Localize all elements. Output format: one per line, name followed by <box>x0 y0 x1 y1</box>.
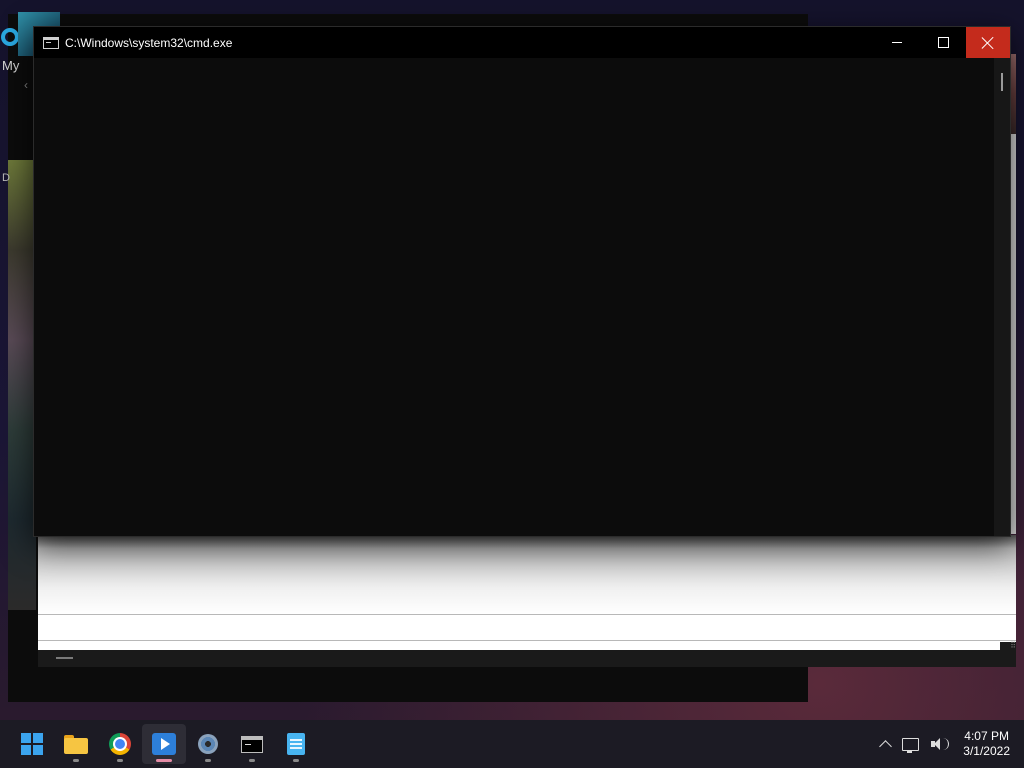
chevron-up-icon <box>879 739 893 753</box>
divider <box>38 640 1016 641</box>
taskbar: 4:07 PM 3/1/2022 <box>0 720 1024 768</box>
background-status-bar <box>38 650 1000 667</box>
resize-grip-icon[interactable]: ⠿ <box>1000 642 1016 667</box>
notepad-icon <box>287 733 305 755</box>
volume-button[interactable] <box>931 737 950 751</box>
window-title: C:\Windows\system32\cmd.exe <box>65 35 233 50</box>
active-indicator <box>156 759 172 762</box>
network-button[interactable] <box>902 737 920 753</box>
vertical-scrollbar[interactable] <box>994 58 1010 536</box>
taskbar-chrome[interactable] <box>98 724 142 764</box>
background-image <box>8 160 36 610</box>
background-app-label: My <box>2 58 20 73</box>
windows-logo-icon <box>21 733 43 755</box>
folder-icon <box>64 734 88 754</box>
gear-icon <box>197 733 219 755</box>
cmd-titlebar[interactable]: C:\Windows\system32\cmd.exe <box>34 27 1010 58</box>
network-icon <box>902 737 920 753</box>
taskbar-apps <box>10 724 318 764</box>
running-indicator <box>73 759 79 762</box>
maximize-button[interactable] <box>920 27 966 58</box>
volume-icon <box>931 737 950 751</box>
clock-time: 4:07 PM <box>964 729 1009 743</box>
terminal-icon[interactable] <box>43 36 59 49</box>
close-button[interactable] <box>966 27 1010 58</box>
chrome-icon <box>109 733 131 755</box>
terminal-icon <box>241 735 263 753</box>
divider <box>38 614 1016 615</box>
scrollbar-thumb[interactable] <box>1001 73 1003 91</box>
running-indicator <box>117 759 123 762</box>
minimize-icon <box>892 42 902 43</box>
system-tray: 4:07 PM 3/1/2022 <box>869 729 1010 759</box>
minimize-button[interactable] <box>874 27 920 58</box>
cmd-window[interactable]: C:\Windows\system32\cmd.exe <box>33 26 1011 537</box>
clock[interactable]: 4:07 PM 3/1/2022 <box>963 729 1010 759</box>
console-output[interactable] <box>34 58 994 536</box>
maximize-icon <box>937 37 949 48</box>
taskbar-settings[interactable] <box>186 724 230 764</box>
start-button[interactable] <box>10 724 54 764</box>
taskbar-media-player[interactable] <box>142 724 186 764</box>
taskbar-file-explorer[interactable] <box>54 724 98 764</box>
background-panel <box>38 535 1016 667</box>
taskbar-notepad[interactable] <box>274 724 318 764</box>
clock-date: 3/1/2022 <box>963 744 1010 758</box>
close-icon <box>982 37 994 49</box>
minimize-dash-icon[interactable] <box>56 657 73 659</box>
back-arrow-icon[interactable]: ‹ <box>24 78 28 92</box>
running-indicator <box>293 759 299 762</box>
show-hidden-icons-button[interactable] <box>879 738 893 753</box>
taskbar-command-prompt[interactable] <box>230 724 274 764</box>
background-small-label: D <box>2 172 10 184</box>
running-indicator <box>205 759 211 762</box>
running-indicator <box>249 759 255 762</box>
media-player-icon <box>152 733 176 755</box>
